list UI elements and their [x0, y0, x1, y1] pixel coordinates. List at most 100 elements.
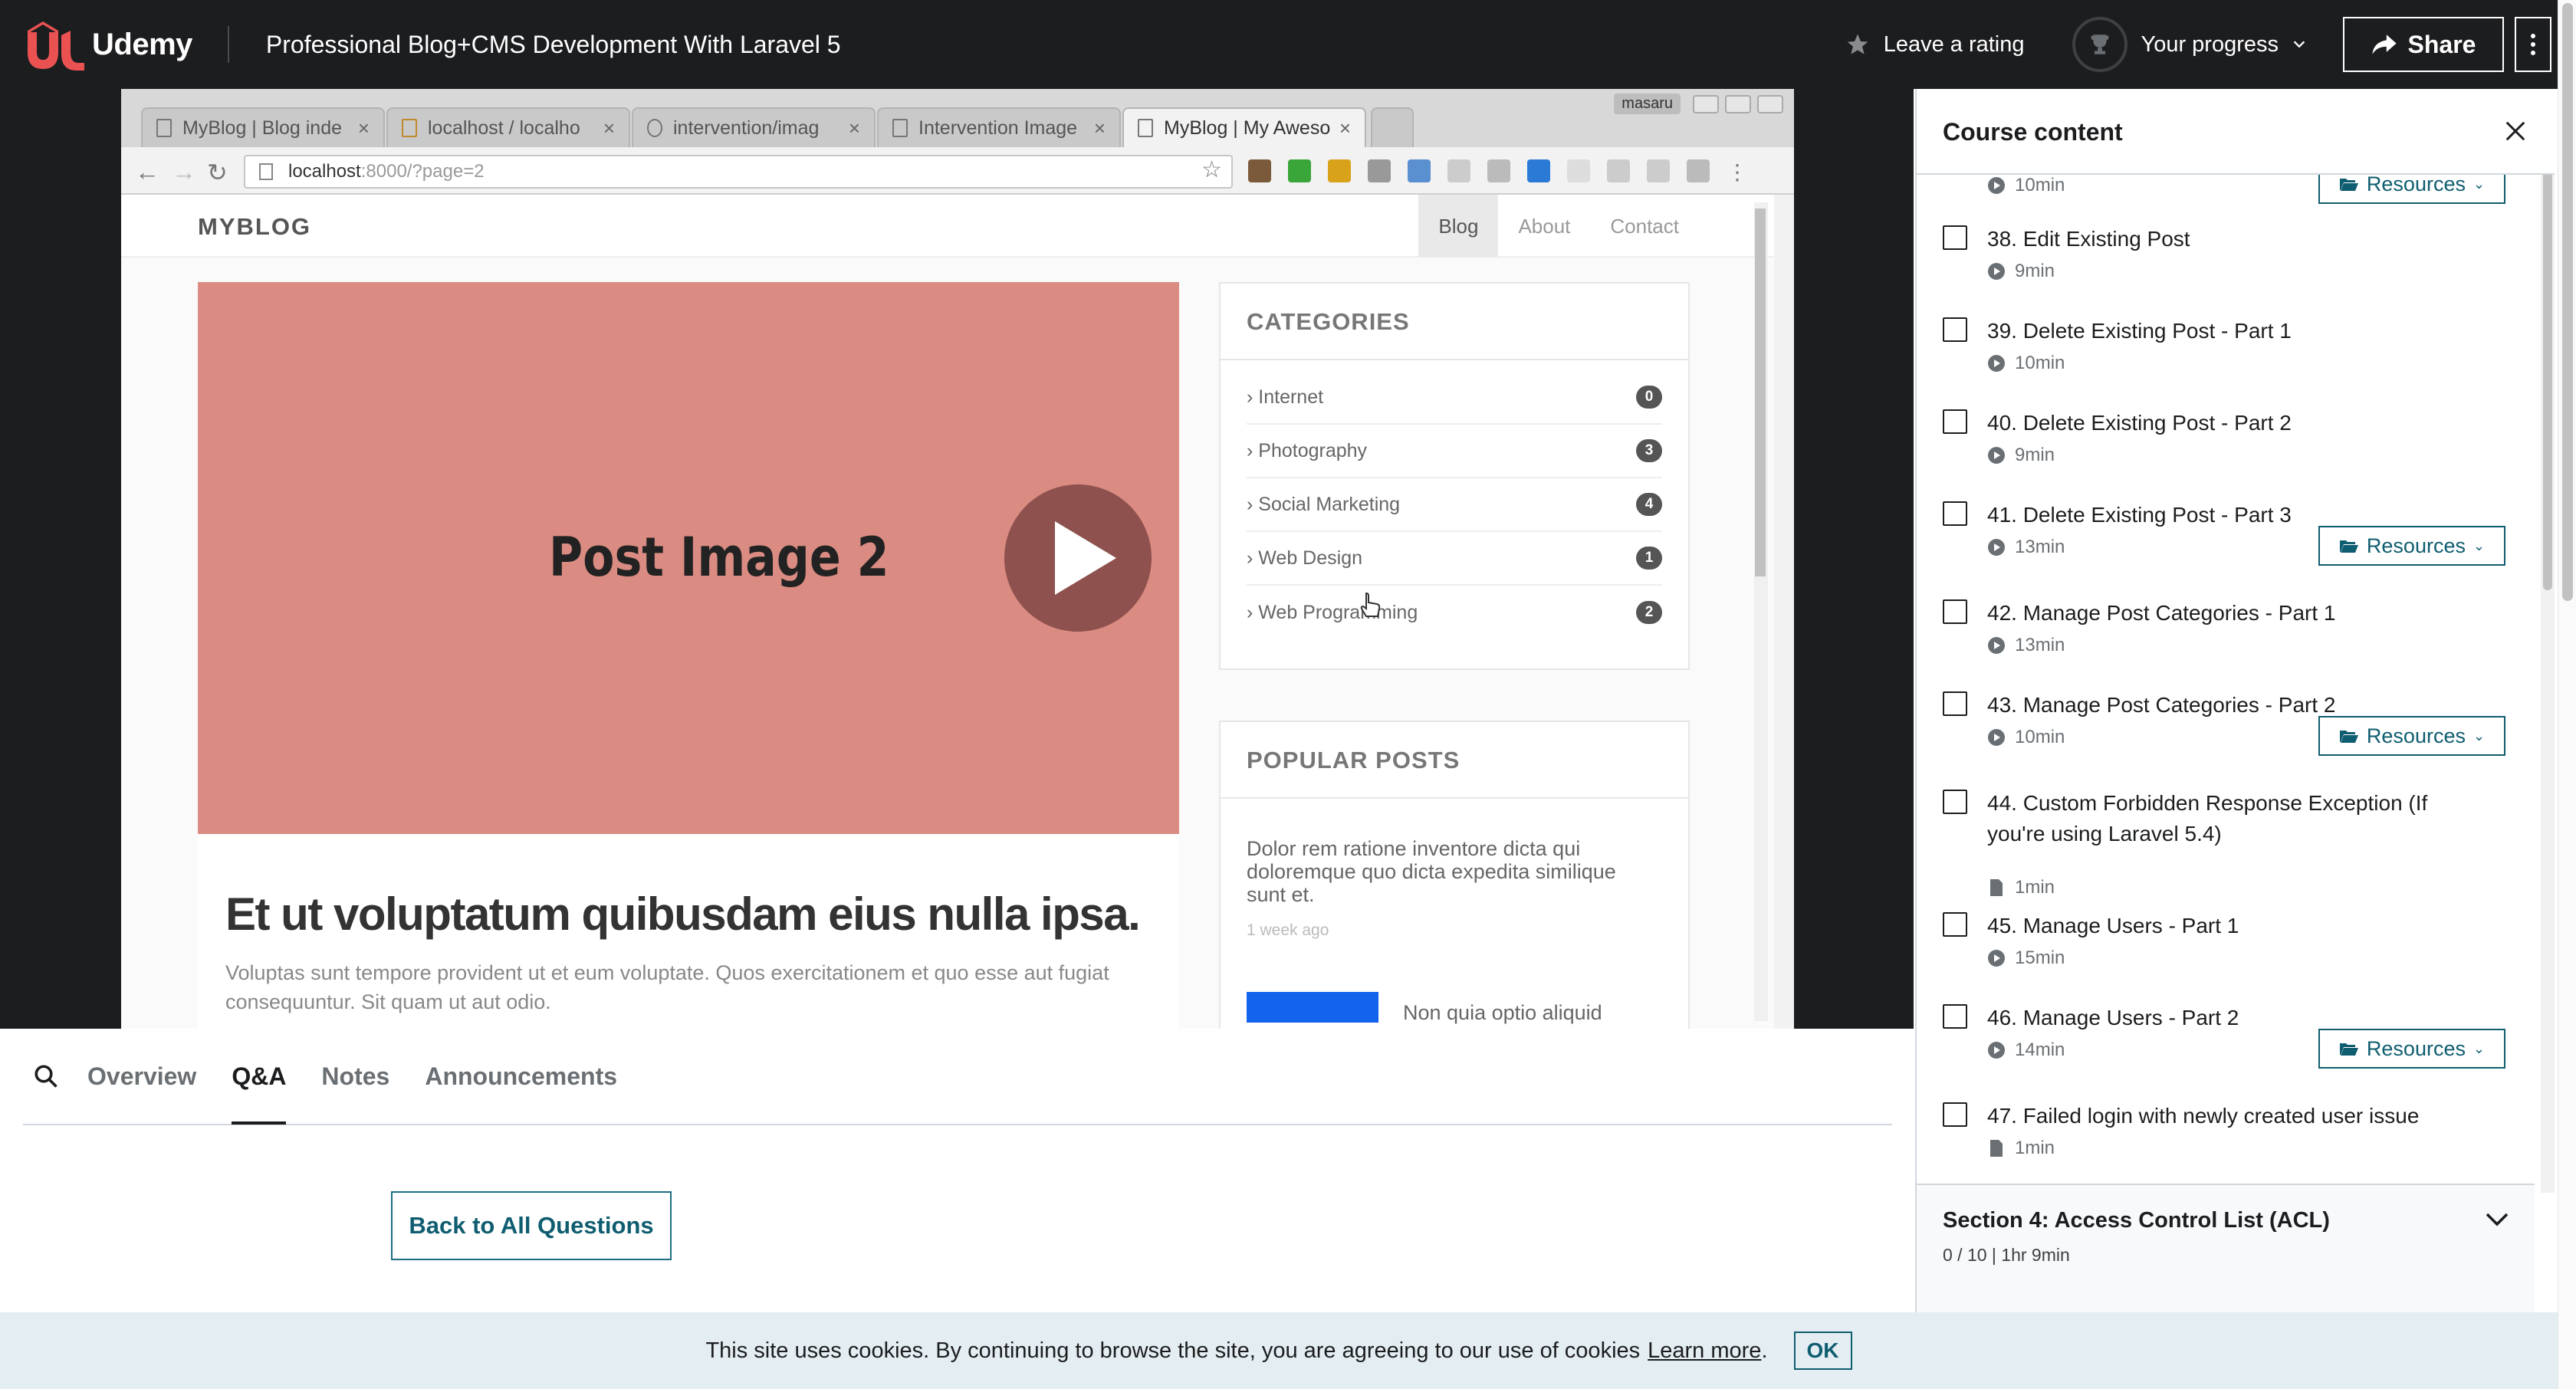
lecture-duration: 10min: [1987, 353, 2065, 374]
learn-more-link[interactable]: Learn more: [1648, 1338, 1761, 1364]
sidebar-title: Course content: [1943, 118, 2123, 146]
popular-post-next: Non quia optio aliquid: [1403, 1001, 1602, 1024]
chevron-down-icon: ⌄: [2472, 1040, 2486, 1056]
file-icon: [1990, 879, 2003, 896]
lecture-item[interactable]: 41. Delete Existing Post - Part 3 13min Re…: [1917, 488, 2535, 586]
share-button[interactable]: Share: [2343, 17, 2504, 72]
cookie-ok-button[interactable]: OK: [1793, 1332, 1852, 1370]
lecture-item[interactable]: 38. Edit Existing Post 9min: [1917, 212, 2535, 304]
section-title: Section 4: Access Control List (ACL): [1943, 1208, 2330, 1233]
resources-button[interactable]: Resources ⌄: [2318, 1029, 2505, 1069]
folder-open-icon: [2339, 540, 2358, 553]
browser-toolbar: ← → ↻ localhost:8000/?page=2 ☆ ⋮: [121, 147, 1794, 195]
blog-page: MYBLOG Blog About Contact Post Image 2 E…: [121, 195, 1774, 1029]
hand-cursor-icon: [1360, 592, 1381, 617]
chevron-down-icon: ⌄: [2472, 176, 2486, 192]
browser-tab-strip: MyBlog | Blog inde × localhost / localho…: [121, 89, 1794, 147]
lecture-duration: 13min: [1987, 635, 2065, 656]
menu-icon: ⋮: [1727, 160, 1748, 184]
page-scrollbar: [1754, 202, 1768, 1021]
lecture-item[interactable]: 43. Manage Post Categories - Part 2 10min…: [1917, 678, 2535, 776]
browser-tab: localhost / localho ×: [386, 107, 630, 147]
popular-posts-heading: POPULAR POSTS: [1221, 722, 1688, 799]
section-header-4[interactable]: Section 4: Access Control List (ACL) 0 /…: [1917, 1184, 2535, 1312]
lecture-item[interactable]: 39. Delete Existing Post - Part 1 10min: [1917, 304, 2535, 396]
more-options-button[interactable]: [2515, 17, 2551, 72]
lecture-duration: 9min: [1987, 445, 2055, 466]
lecture-item[interactable]: 40. Delete Existing Post - Part 2 9min: [1917, 396, 2535, 488]
lecture-item[interactable]: 44. Custom Forbidden Response Exception …: [1917, 776, 2535, 898]
window-controls: [1693, 95, 1783, 113]
category-item: › Internet 0: [1247, 371, 1662, 425]
window-scrollbar[interactable]: [2558, 0, 2576, 1389]
lecture-checkbox[interactable]: [1943, 1102, 1967, 1127]
lecture-duration: 10min: [1987, 727, 2065, 748]
play-circle-icon: [1988, 355, 2005, 372]
count-badge: 1: [1636, 547, 1662, 570]
lecture-duration: 13min: [1987, 537, 2065, 558]
blog-brand: MYBLOG: [198, 213, 312, 240]
tab-notes[interactable]: Notes: [321, 1028, 389, 1125]
lecture-title: 44. Custom Forbidden Response Exception …: [1987, 791, 2428, 846]
progress-ring: [2072, 17, 2128, 72]
lecture-checkbox[interactable]: [1943, 1004, 1967, 1029]
course-title[interactable]: Professional Blog+CMS Development With L…: [266, 31, 841, 59]
new-tab-button: [1371, 107, 1414, 147]
search-icon[interactable]: [32, 1062, 60, 1090]
filter-icon: [1687, 159, 1710, 182]
lecture-title: 40. Delete Existing Post - Part 2: [1987, 411, 2292, 435]
close-icon[interactable]: [2504, 120, 2527, 143]
extension-icon: [1328, 159, 1351, 182]
lecture-checkbox[interactable]: [1943, 501, 1967, 526]
folder-open-icon: [2339, 179, 2358, 191]
your-progress-button[interactable]: Your progress: [2072, 17, 2308, 72]
course-content-sidebar: Course content 10min Resources ⌄ 38. Edit E…: [1915, 89, 2555, 1312]
tab-announcements[interactable]: Announcements: [425, 1028, 617, 1125]
blog-header: MYBLOG Blog About Contact: [121, 195, 1774, 258]
tab-qa[interactable]: Q&A: [232, 1028, 287, 1125]
lecture-item[interactable]: 46. Manage Users - Part 2 14min Resources ⌄: [1917, 990, 2535, 1089]
topbar-divider: [227, 26, 229, 63]
extension-icon: [1368, 159, 1391, 182]
extension-icon: [1248, 159, 1271, 182]
lecture-checkbox[interactable]: [1943, 409, 1967, 434]
recorded-browser-window: MyBlog | Blog inde × localhost / localho…: [121, 89, 1794, 1029]
lecture-duration: 1min: [1987, 877, 2055, 898]
play-button[interactable]: [1004, 484, 1152, 632]
tab-overview[interactable]: Overview: [87, 1028, 196, 1125]
lecture-item[interactable]: 47. Failed login with newly created user…: [1917, 1089, 2535, 1180]
resources-button[interactable]: Resources ⌄: [2318, 716, 2505, 756]
count-badge: 3: [1636, 439, 1662, 462]
popular-post-thumbnail: [1247, 992, 1378, 1023]
lecture-checkbox[interactable]: [1943, 790, 1967, 814]
share-label: Share: [2407, 30, 2476, 58]
lecture-checkbox[interactable]: [1943, 691, 1967, 716]
sidebar-scrollbar[interactable]: [2541, 89, 2555, 1193]
close-icon: ×: [1339, 116, 1351, 140]
lecture-duration: 15min: [1987, 947, 2065, 969]
lecture-checkbox[interactable]: [1943, 225, 1967, 250]
lecture-item[interactable]: 45. Manage Users - Part 1 15min: [1917, 898, 2535, 990]
lecture-title: 45. Manage Users - Part 1: [1987, 914, 2239, 937]
leave-rating-label: Leave a rating: [1883, 31, 2025, 57]
top-bar: Udemy Professional Blog+CMS Development …: [0, 0, 2576, 89]
browser-tab: MyBlog | Blog inde ×: [141, 107, 385, 147]
resources-button[interactable]: Resources ⌄: [2318, 526, 2505, 566]
lecture-item[interactable]: 42. Manage Post Categories - Part 1 13min: [1917, 586, 2535, 678]
resources-label: Resources: [2366, 1036, 2466, 1060]
count-badge: 4: [1636, 493, 1662, 516]
page-icon: [259, 163, 273, 180]
lecture-checkbox[interactable]: [1943, 912, 1967, 937]
udemy-logo-icon: [28, 21, 84, 71]
back-to-all-questions-button[interactable]: Back to All Questions: [391, 1191, 672, 1260]
udemy-logo[interactable]: Udemy: [23, 15, 192, 74]
post-title: Et ut voluptatum quibusdam eius nulla ip…: [225, 888, 1141, 940]
lecture-checkbox[interactable]: [1943, 317, 1967, 342]
blog-nav: Blog About Contact: [1418, 195, 1699, 258]
lecture-checkbox[interactable]: [1943, 599, 1967, 624]
file-icon: [1990, 1140, 2003, 1157]
play-circle-icon: [1988, 263, 2005, 280]
leave-rating-button[interactable]: Leave a rating: [1845, 32, 2025, 57]
video-player[interactable]: MyBlog | Blog inde × localhost / localho…: [0, 89, 1914, 1029]
lecture-duration: 9min: [1987, 261, 2055, 282]
